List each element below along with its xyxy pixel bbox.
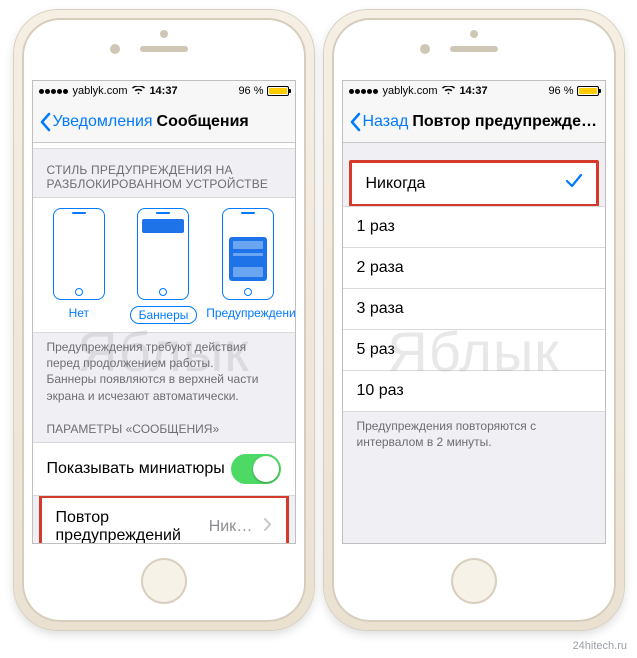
alert-style-alerts-label: Предупреждения bbox=[206, 306, 294, 320]
option-label: 2 раза bbox=[357, 259, 404, 277]
repeat-alerts-value: Никог… bbox=[209, 518, 258, 536]
alert-style-none-label: Нет bbox=[69, 306, 89, 320]
repeat-alerts-row[interactable]: Повтор предупреждений Никог… bbox=[42, 498, 286, 543]
repeat-alerts-label: Повтор предупреждений bbox=[56, 509, 209, 543]
proximity-sensor bbox=[160, 30, 168, 38]
alert-style-header: СТИЛЬ ПРЕДУПРЕЖДЕНИЯ НА РАЗБЛОКИРОВАННОМ… bbox=[33, 149, 295, 197]
page-title: Сообщения bbox=[157, 113, 249, 131]
option-10[interactable]: 10 раз bbox=[343, 371, 605, 412]
home-button[interactable] bbox=[451, 558, 497, 604]
alert-style-banners-label: Баннеры bbox=[130, 306, 198, 324]
source-credit: 24hitech.ru bbox=[573, 640, 627, 652]
settings-content: СТИЛЬ ПРЕДУПРЕЖДЕНИЯ НА РАЗБЛОКИРОВАННОМ… bbox=[33, 143, 295, 543]
signal-dots-icon bbox=[39, 85, 69, 97]
battery-icon bbox=[267, 86, 289, 96]
proximity-sensor bbox=[470, 30, 478, 38]
phone-top-hardware bbox=[332, 18, 616, 80]
carrier-label: yablyk.com bbox=[73, 85, 128, 97]
nav-bar: Назад Повтор предупреждений bbox=[343, 101, 605, 143]
show-thumbnails-row: Показывать миниатюры bbox=[33, 442, 295, 496]
battery-percent: 96 % bbox=[238, 85, 263, 97]
option-never[interactable]: Никогда bbox=[352, 163, 596, 204]
status-time: 14:37 bbox=[149, 85, 177, 97]
messages-params-header: ПАРАМЕТРЫ «СООБЩЕНИЯ» bbox=[33, 414, 295, 442]
earpiece-speaker bbox=[450, 46, 498, 52]
alert-style-none[interactable]: Нет bbox=[37, 208, 121, 324]
status-bar: yablyk.com 14:37 96 % bbox=[343, 81, 605, 101]
back-button[interactable]: Уведомления bbox=[39, 112, 153, 132]
highlight-repeat-alerts: Повтор предупреждений Никог… bbox=[39, 495, 289, 543]
repeat-footer-note: Предупреждения повторяются с интервалом … bbox=[343, 412, 605, 460]
highlight-never-option: Никогда bbox=[349, 160, 599, 207]
chevron-left-icon bbox=[39, 112, 51, 132]
alert-style-banners[interactable]: Баннеры bbox=[122, 208, 206, 324]
option-label: 10 раз bbox=[357, 382, 404, 400]
phone-top-hardware bbox=[22, 18, 306, 80]
carrier-label: yablyk.com bbox=[383, 85, 438, 97]
status-time: 14:37 bbox=[459, 85, 487, 97]
phone-bezel: yablyk.com 14:37 96 % bbox=[332, 18, 616, 622]
repeat-options-list: Никогда 1 раз 2 раза 3 раза bbox=[343, 143, 605, 543]
chevron-right-icon bbox=[264, 518, 272, 536]
option-label: 1 раз bbox=[357, 218, 395, 236]
option-2[interactable]: 2 раза bbox=[343, 248, 605, 289]
phone-mockup-right: yablyk.com 14:37 96 % bbox=[324, 10, 624, 630]
show-thumbnails-label: Показывать миниатюры bbox=[47, 460, 225, 478]
option-3[interactable]: 3 раза bbox=[343, 289, 605, 330]
chevron-left-icon bbox=[349, 112, 361, 132]
phone-bezel: yablyk.com 14:37 96 % bbox=[22, 18, 306, 622]
battery-percent: 96 % bbox=[548, 85, 573, 97]
nav-bar: Уведомления Сообщения bbox=[33, 101, 295, 143]
wifi-icon bbox=[132, 86, 145, 96]
option-1[interactable]: 1 раз bbox=[343, 206, 605, 248]
page-title: Повтор предупреждений bbox=[412, 113, 598, 131]
option-label: Никогда bbox=[366, 175, 426, 193]
front-camera bbox=[420, 44, 430, 54]
wifi-icon bbox=[442, 86, 455, 96]
option-5[interactable]: 5 раз bbox=[343, 330, 605, 371]
alert-style-footer: Предупреждения требуют действия перед пр… bbox=[33, 333, 295, 414]
battery-icon bbox=[577, 86, 599, 96]
back-label: Назад bbox=[363, 113, 409, 131]
earpiece-speaker bbox=[140, 46, 188, 52]
back-button[interactable]: Назад bbox=[349, 112, 409, 132]
screen-right: yablyk.com 14:37 96 % bbox=[342, 80, 606, 544]
phone-mockup-left: yablyk.com 14:37 96 % bbox=[14, 10, 314, 630]
front-camera bbox=[110, 44, 120, 54]
back-label: Уведомления bbox=[53, 113, 153, 131]
home-button[interactable] bbox=[141, 558, 187, 604]
option-label: 3 раза bbox=[357, 300, 404, 318]
comparison-stage: yablyk.com 14:37 96 % bbox=[0, 0, 637, 658]
alert-style-picker: Нет Баннеры Предупреждения bbox=[33, 197, 295, 333]
alert-style-alerts[interactable]: Предупреждения bbox=[206, 208, 290, 324]
show-thumbnails-switch[interactable] bbox=[231, 454, 281, 484]
checkmark-icon bbox=[566, 174, 582, 193]
status-bar: yablyk.com 14:37 96 % bbox=[33, 81, 295, 101]
signal-dots-icon bbox=[349, 85, 379, 97]
option-label: 5 раз bbox=[357, 341, 395, 359]
screen-left: yablyk.com 14:37 96 % bbox=[32, 80, 296, 544]
